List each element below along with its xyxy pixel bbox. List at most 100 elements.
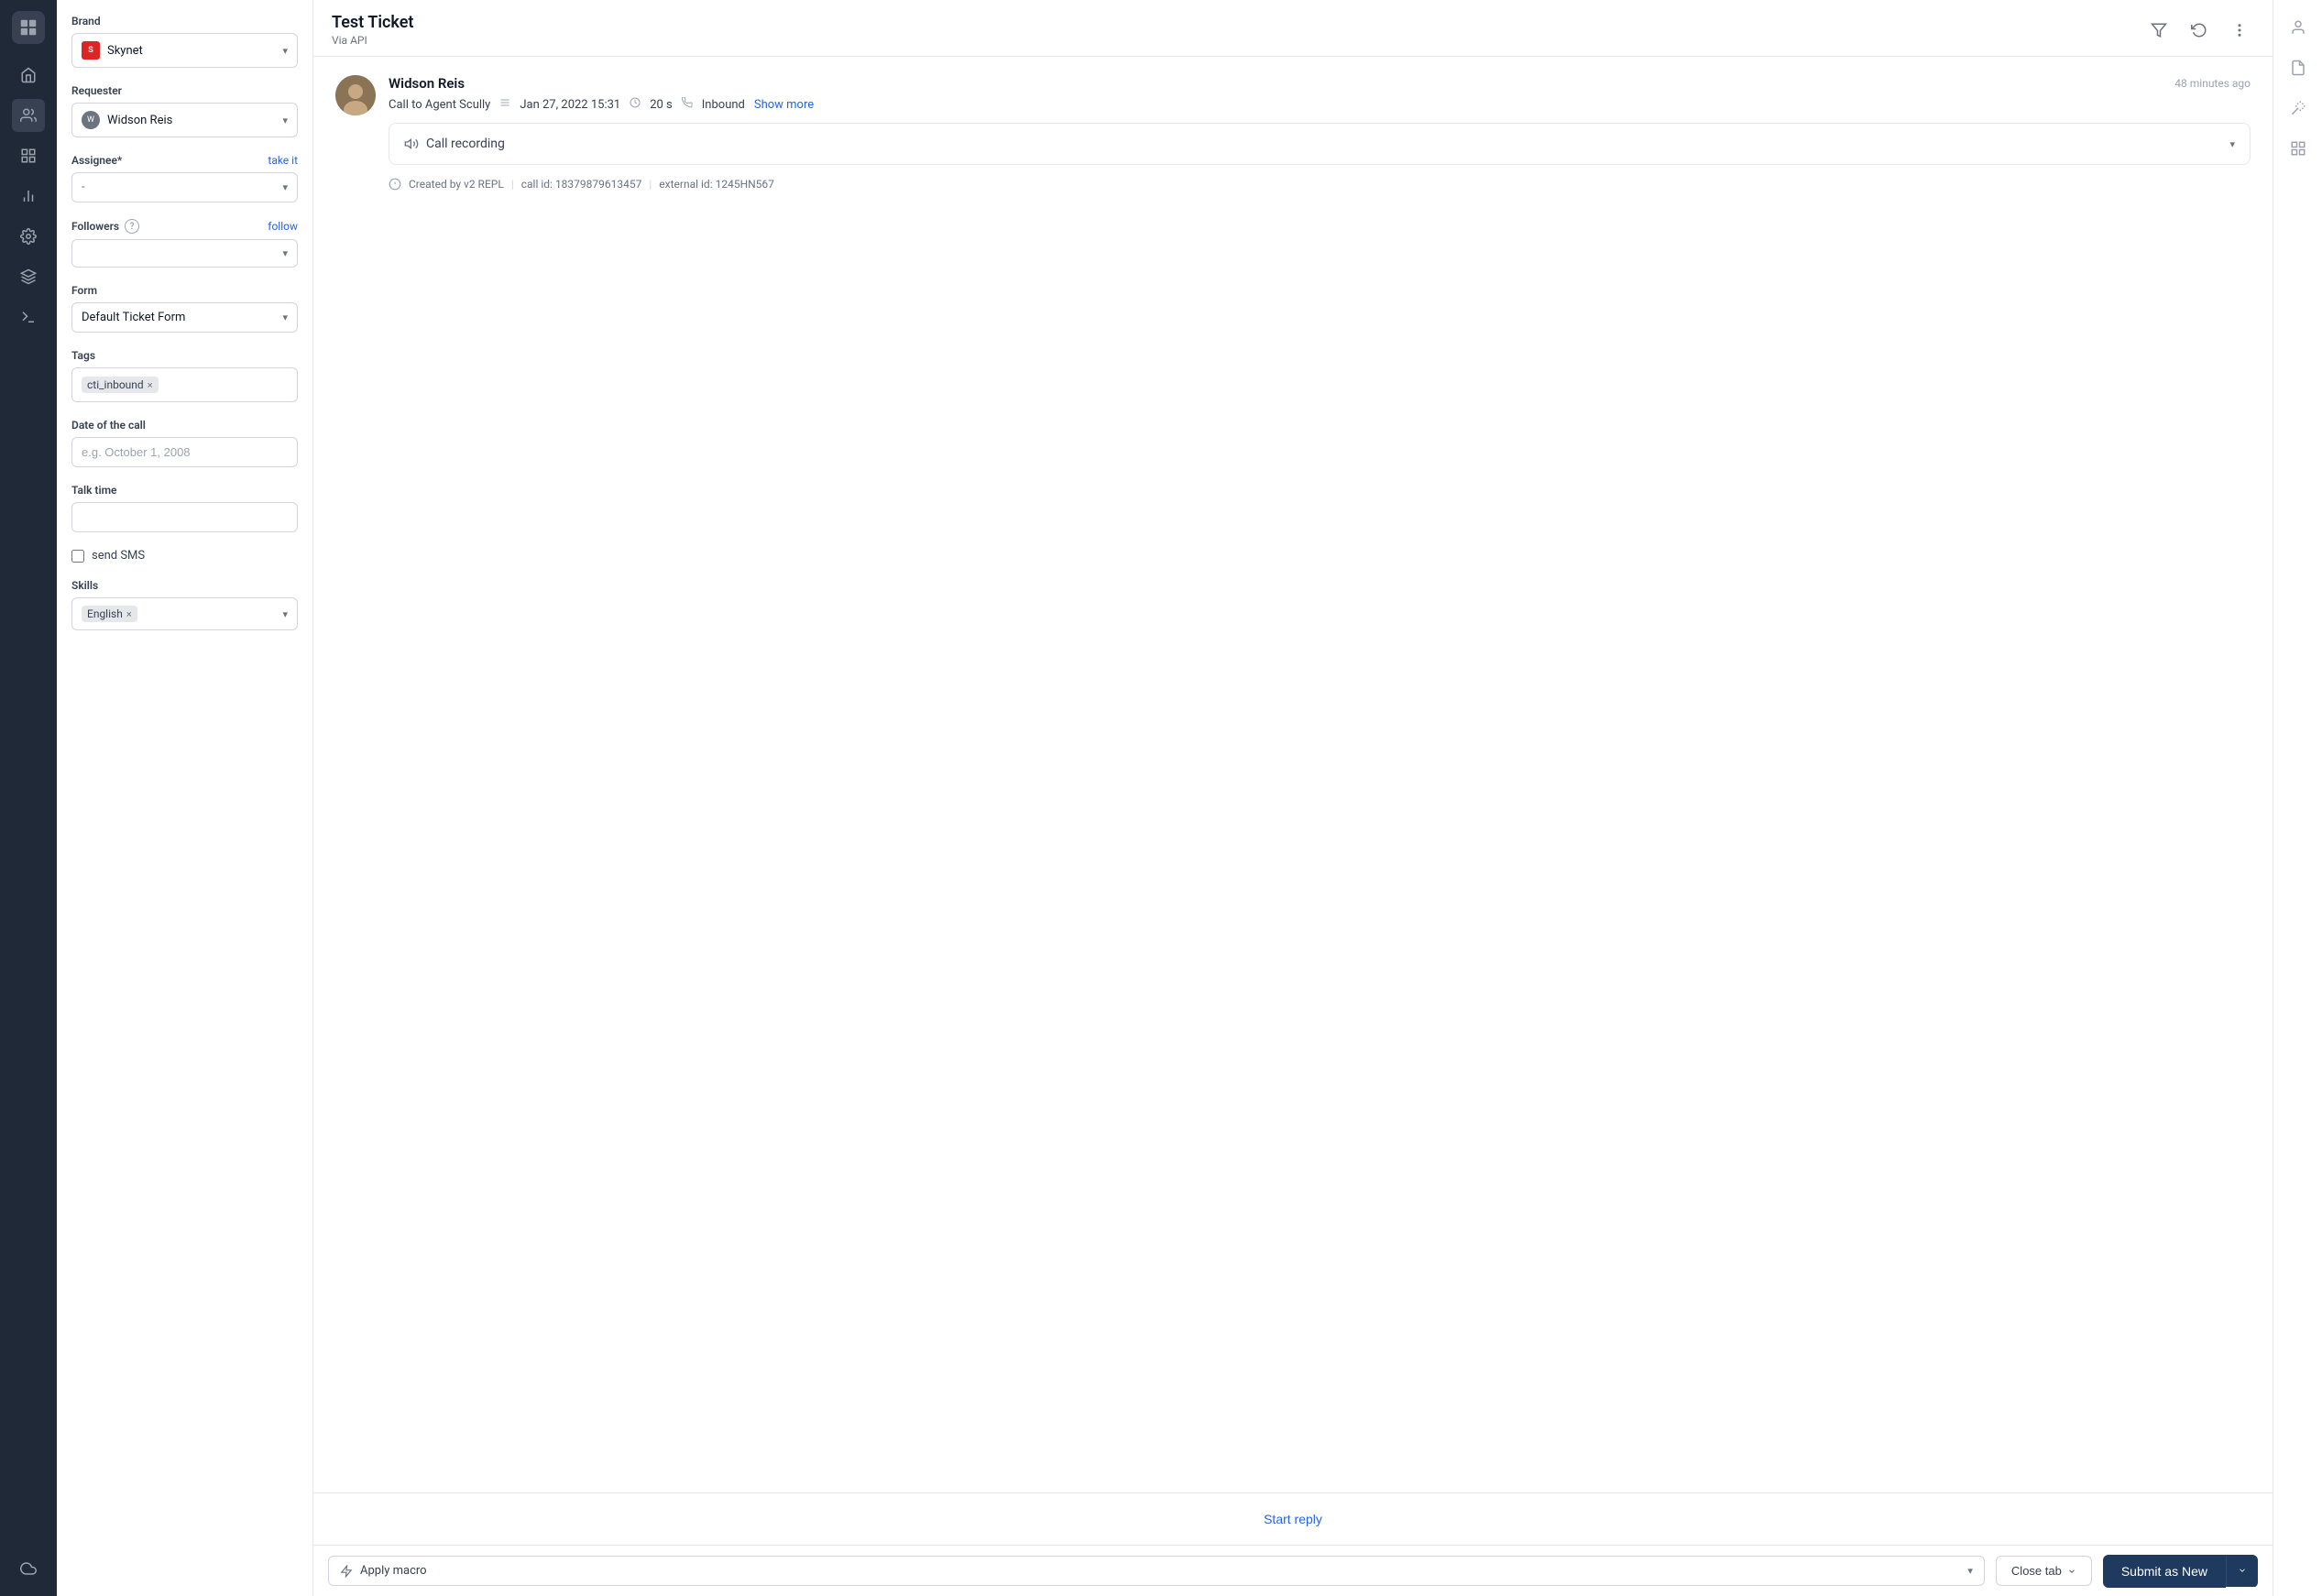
show-more-link[interactable]: Show more (754, 98, 814, 112)
meta-sep-2 (630, 97, 641, 112)
talk-time-input[interactable] (71, 502, 298, 532)
tags-container[interactable]: cti_inbound × (71, 367, 298, 402)
more-options-icon-btn[interactable] (2225, 16, 2254, 45)
send-sms-field: send SMS (71, 549, 298, 563)
call-duration-text: 20 s (650, 98, 673, 112)
assignee-label: Assignee* take it (71, 154, 298, 167)
ticket-subtitle: Via API (332, 34, 413, 47)
form-chevron-icon: ▾ (282, 312, 288, 323)
message-block: Widson Reis 48 minutes ago Call to Agent… (335, 75, 2251, 191)
brand-field: Brand S Skynet ▾ (71, 15, 298, 68)
sidebar: Brand S Skynet ▾ Requester W Widson Reis… (57, 0, 313, 1596)
users-icon[interactable] (12, 99, 45, 132)
requester-field: Requester W Widson Reis ▾ (71, 84, 298, 137)
apply-macro-area[interactable]: Apply macro ▾ (328, 1556, 1985, 1586)
left-nav (0, 0, 57, 1596)
close-tab-chevron-icon (2067, 1567, 2076, 1576)
apps-grid-icon[interactable] (2282, 132, 2315, 165)
message-top: Widson Reis 48 minutes ago (389, 75, 2251, 92)
conversation-area: Widson Reis 48 minutes ago Call to Agent… (313, 57, 2273, 1492)
ticket-title: Test Ticket (332, 13, 413, 32)
assignee-field: Assignee* take it - ▾ (71, 154, 298, 202)
followers-field: Followers ? follow ▾ (71, 219, 298, 268)
recording-left: Call recording (404, 137, 505, 151)
app-logo[interactable] (12, 11, 45, 44)
skill-remove-english[interactable]: × (126, 608, 132, 620)
assignee-select[interactable]: - ▾ (71, 172, 298, 202)
brand-select[interactable]: S Skynet ▾ (71, 33, 298, 68)
skills-select[interactable]: English × ▾ (71, 597, 298, 630)
talk-time-label: Talk time (71, 484, 298, 497)
macro-label: Apply macro (360, 1564, 1960, 1578)
form-select[interactable]: Default Ticket Form ▾ (71, 302, 298, 333)
message-time: 48 minutes ago (2174, 77, 2251, 90)
send-sms-checkbox[interactable] (71, 550, 84, 563)
bottom-bar: Apply macro ▾ Close tab Submit as New (313, 1545, 2273, 1596)
brand-label: Brand (71, 15, 298, 27)
meta-sep-1 (499, 97, 510, 112)
ticket-title-area: Test Ticket Via API (332, 13, 413, 47)
date-of-call-field: Date of the call (71, 419, 298, 467)
close-tab-button[interactable]: Close tab (1997, 1557, 2091, 1585)
requester-chevron-icon: ▾ (282, 115, 288, 126)
magic-wand-icon[interactable] (2282, 92, 2315, 125)
pipe-2: | (649, 178, 652, 191)
sender-avatar (335, 75, 376, 115)
form-label: Form (71, 284, 298, 297)
form-field: Form Default Ticket Form ▾ (71, 284, 298, 333)
skill-chip-english: English × (82, 606, 137, 622)
followers-select[interactable]: ▾ (71, 239, 298, 268)
cloud-icon[interactable] (12, 1552, 45, 1585)
tags-label: Tags (71, 349, 298, 362)
brand-chevron-icon: ▾ (282, 45, 288, 57)
skills-chevron-icon: ▾ (282, 608, 288, 620)
message-meta: Call to Agent Scully Jan 27, 2022 15:31 … (389, 97, 2251, 112)
call-recording-box[interactable]: Call recording ▾ (389, 123, 2251, 165)
chart-icon[interactable] (12, 180, 45, 213)
right-panel (2273, 0, 2322, 1596)
macro-chevron-icon: ▾ (1967, 1565, 1973, 1577)
meta-sep-3 (682, 97, 693, 112)
call-recording-label: Call recording (426, 137, 505, 151)
talk-time-field: Talk time (71, 484, 298, 532)
tag-remove-cti-inbound[interactable]: × (148, 379, 153, 391)
home-icon[interactable] (12, 59, 45, 92)
call-id-text: call id: 18379879613457 (521, 178, 642, 191)
created-info: Created by v2 REPL | call id: 1837987961… (389, 178, 2251, 191)
message-content: Widson Reis 48 minutes ago Call to Agent… (389, 75, 2251, 191)
user-profile-icon[interactable] (2282, 11, 2315, 44)
submit-button-group: Submit as New (2103, 1555, 2258, 1588)
call-to-text: Call to Agent Scully (389, 98, 490, 112)
recording-chevron-icon: ▾ (2229, 138, 2235, 150)
sender-name: Widson Reis (389, 75, 465, 92)
settings-icon[interactable] (12, 220, 45, 253)
history-icon-btn[interactable] (2185, 16, 2214, 45)
external-id-text: external id: 1245HN567 (659, 178, 774, 191)
macro-icon (340, 1565, 353, 1578)
ticket-header: Test Ticket Via API (313, 0, 2273, 57)
skills-field: Skills English × ▾ (71, 579, 298, 630)
submit-chevron-icon (2238, 1566, 2247, 1575)
take-it-link[interactable]: take it (268, 154, 298, 167)
tag-chip-cti-inbound: cti_inbound × (82, 377, 159, 393)
terminal-icon[interactable] (12, 301, 45, 333)
brand-icon: S (82, 41, 100, 60)
main-content: Test Ticket Via API (313, 0, 2273, 1596)
created-by-text: Created by v2 REPL (409, 178, 504, 191)
requester-select[interactable]: W Widson Reis ▾ (71, 103, 298, 137)
grid-icon[interactable] (12, 139, 45, 172)
assignee-chevron-icon: ▾ (282, 181, 288, 193)
requester-avatar: W (82, 111, 100, 129)
reply-area: Start reply (313, 1492, 2273, 1545)
date-of-call-input[interactable] (71, 437, 298, 467)
document-icon[interactable] (2282, 51, 2315, 84)
follow-link[interactable]: follow (268, 220, 298, 233)
start-reply-button[interactable]: Start reply (313, 1493, 2273, 1545)
submit-as-new-button[interactable]: Submit as New (2103, 1555, 2226, 1588)
filter-icon-btn[interactable] (2144, 16, 2174, 45)
puzzle-icon[interactable] (12, 260, 45, 293)
header-actions (2144, 16, 2254, 45)
submit-dropdown-button[interactable] (2226, 1555, 2258, 1587)
pipe-1: | (511, 178, 514, 191)
call-date-text: Jan 27, 2022 15:31 (520, 98, 620, 112)
